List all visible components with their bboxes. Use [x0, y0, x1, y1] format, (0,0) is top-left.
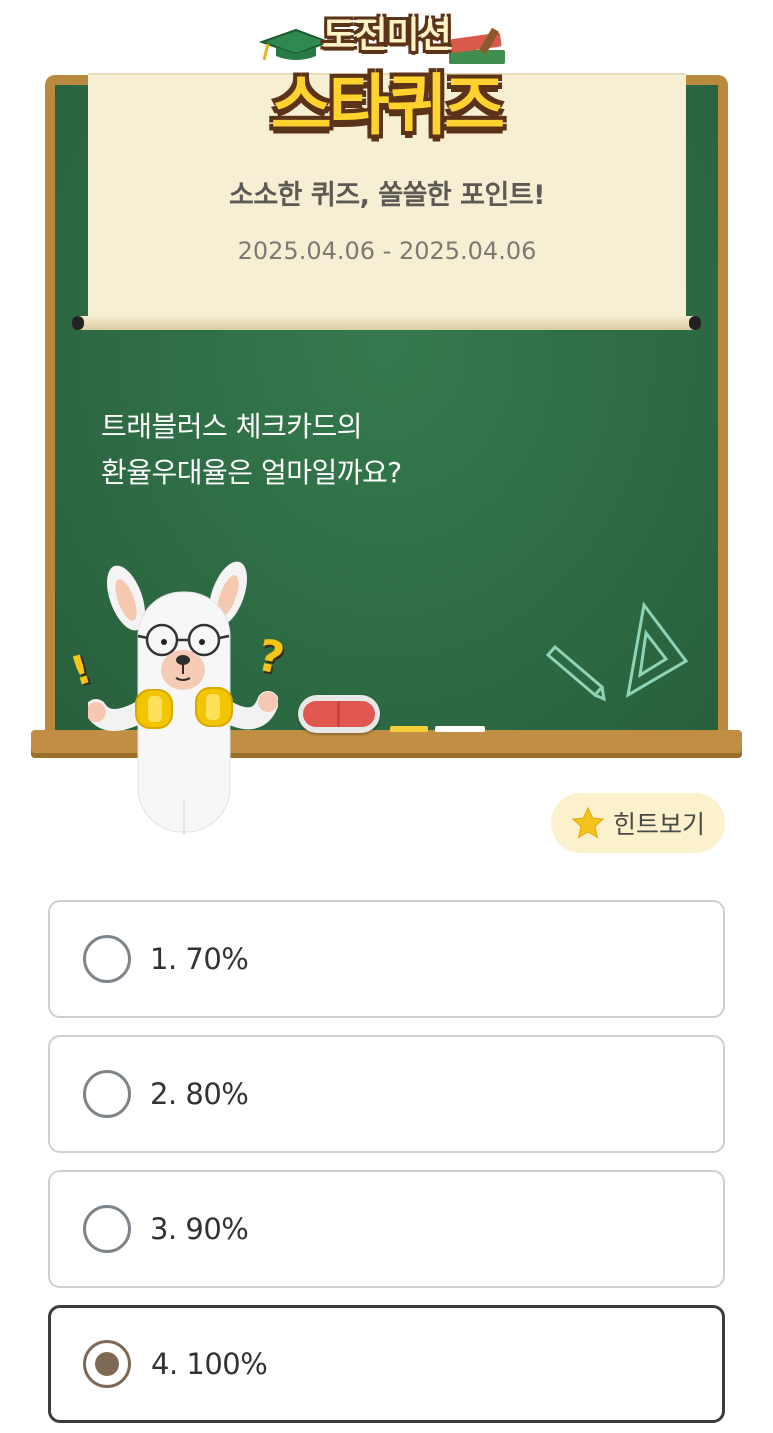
- question-text: 트래블러스 체크카드의 환율우대율은 얼마일까요?: [101, 404, 641, 496]
- answer-option-3[interactable]: 3. 90%: [48, 1170, 725, 1288]
- quiz-date-range: 2025.04.06 - 2025.04.06: [237, 237, 537, 265]
- hint-button[interactable]: 힌트보기: [551, 793, 725, 853]
- chalkboard-eraser: [298, 695, 380, 733]
- answer-option-label: 1. 70%: [150, 942, 249, 976]
- radio-selected-dot: [95, 1352, 119, 1376]
- answer-option-label: 4. 100%: [151, 1347, 268, 1381]
- chalk-doodle-icon: [545, 601, 689, 702]
- answer-option-1[interactable]: 1. 70%: [48, 900, 725, 1018]
- answer-option-label: 2. 80%: [150, 1077, 249, 1111]
- quiz-title: 소소한 퀴즈, 쏠쏠한 포인트!: [228, 180, 546, 211]
- yellow-chalk: [390, 726, 428, 732]
- radio-button-2[interactable]: [83, 1070, 131, 1118]
- radio-button-4-selected[interactable]: [83, 1340, 131, 1388]
- radio-button-3[interactable]: [83, 1205, 131, 1253]
- question-line-2: 환율우대율은 얼마일까요?: [101, 456, 402, 489]
- logo-subtitle: 도전미션: [322, 15, 451, 56]
- logo-title: 스타퀴즈: [271, 67, 505, 144]
- scroll-rod-end-right: [689, 316, 701, 330]
- question-line-1: 트래블러스 체크카드의: [101, 410, 363, 443]
- answer-option-2[interactable]: 2. 80%: [48, 1035, 725, 1153]
- answer-option-4[interactable]: 4. 100%: [48, 1305, 725, 1423]
- alpaca-mascot-icon: [88, 561, 278, 835]
- answer-option-label: 3. 90%: [150, 1212, 249, 1246]
- scroll-rod: [72, 316, 701, 330]
- hint-label: 힌트보기: [612, 810, 705, 839]
- scroll-rod-end-left: [72, 316, 84, 330]
- radio-button-1[interactable]: [83, 935, 131, 983]
- white-chalk: [435, 726, 485, 732]
- star-icon: [571, 806, 605, 839]
